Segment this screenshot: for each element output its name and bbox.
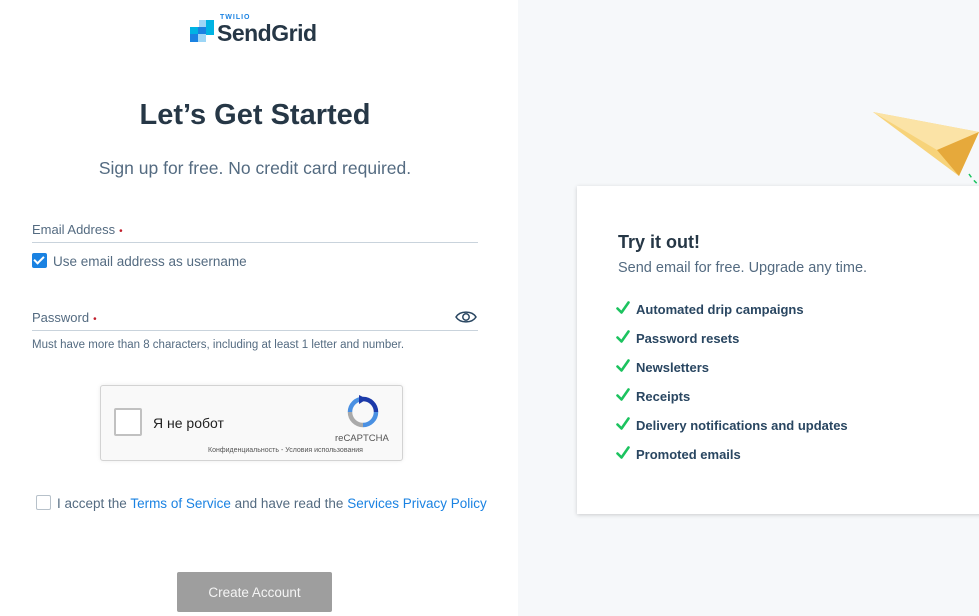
- password-field-underline: [32, 330, 478, 331]
- email-field[interactable]: [32, 218, 478, 242]
- page-subtitle: Sign up for free. No credit card require…: [98, 158, 412, 178]
- terms-of-service-link[interactable]: Terms of Service: [130, 496, 231, 511]
- recaptcha-widget: Я не робот reCAPTCHA Конфиденциальность …: [100, 385, 403, 461]
- use-email-username-label[interactable]: Use email address as username: [53, 254, 247, 269]
- check-icon: [616, 301, 630, 314]
- logo-sendgrid-text: SendGrid: [217, 20, 317, 46]
- feature-label: Password resets: [636, 331, 740, 346]
- recaptcha-checkbox[interactable]: [114, 408, 142, 436]
- sendgrid-logo-icon: [190, 20, 216, 42]
- email-field-underline: [32, 242, 478, 243]
- accept-terms-checkbox[interactable]: [36, 495, 51, 510]
- sendgrid-logo[interactable]: TWILIO SendGrid: [190, 12, 330, 46]
- paper-plane-icon: [873, 112, 979, 187]
- check-icon: [616, 330, 630, 343]
- eye-icon[interactable]: [455, 309, 477, 325]
- recaptcha-links[interactable]: Конфиденциальность - Условия использован…: [208, 447, 363, 454]
- accept-terms-text: I accept the Terms of Service and have r…: [57, 496, 487, 511]
- feature-label: Newsletters: [636, 360, 709, 375]
- promo-panel: Try it out! Send email for free. Upgrade…: [518, 0, 979, 616]
- use-email-username-checkbox[interactable]: [32, 253, 47, 268]
- signup-panel: TWILIO SendGrid Let’s Get Started Sign u…: [0, 0, 518, 616]
- check-icon: [616, 417, 630, 430]
- promo-subtitle: Send email for free. Upgrade any time.: [618, 260, 868, 276]
- feature-label: Automated drip campaigns: [636, 302, 804, 317]
- feature-label: Promoted emails: [636, 447, 741, 462]
- tos-prefix: I accept the: [57, 496, 131, 511]
- promo-title: Try it out!: [618, 232, 700, 252]
- password-field[interactable]: [32, 306, 452, 330]
- check-icon: [616, 388, 630, 401]
- tos-middle: and have read the: [230, 496, 348, 511]
- create-account-button[interactable]: Create Account: [177, 572, 332, 612]
- feature-label: Receipts: [636, 389, 691, 404]
- check-icon: [616, 359, 630, 372]
- page-title: Let’s Get Started: [139, 99, 371, 131]
- recaptcha-icon: [347, 395, 379, 428]
- check-icon: [616, 446, 630, 459]
- feature-label: Delivery notifications and updates: [636, 418, 848, 433]
- privacy-policy-link[interactable]: Services Privacy Policy: [347, 496, 487, 511]
- recaptcha-label: Я не робот: [153, 415, 224, 431]
- password-hint: Must have more than 8 characters, includ…: [32, 339, 405, 351]
- recaptcha-brand: reCAPTCHA: [335, 433, 389, 444]
- promo-card: Try it out! Send email for free. Upgrade…: [577, 186, 979, 514]
